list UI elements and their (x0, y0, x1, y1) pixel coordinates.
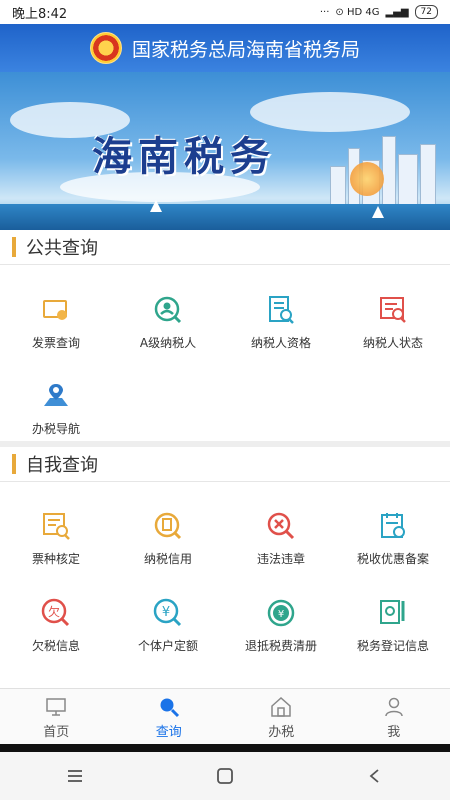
signal-dots: ··· (319, 6, 330, 18)
app-header: 国家税务总局海南省税务局 (0, 24, 450, 72)
banner-building (382, 136, 396, 208)
grid-item-label: 个体户定额 (137, 639, 198, 653)
banner-building (330, 166, 346, 208)
svg-text:¥: ¥ (162, 605, 170, 620)
grid-item-label: A级纳税人 (139, 336, 197, 350)
back-icon (369, 769, 379, 783)
tab-label: 首页 (43, 724, 70, 740)
back-button[interactable] (345, 756, 405, 796)
section-title-public-query: 公共查询 (0, 230, 450, 264)
banner-title: 海南税务 (92, 133, 276, 180)
banner-sail-shell (350, 162, 384, 196)
grid-item-label: 退抵税费清册 (244, 639, 317, 653)
invoice-search-icon (43, 300, 67, 320)
status-indicators: ⊙ HD 4G (335, 6, 380, 18)
status-bar: 晚上8:42 ··· ⊙ HD 4G ▂▄▆ 72 (0, 0, 450, 24)
grid-item-label: 纳税人资格 (250, 336, 311, 350)
grid-item-label: 违法违章 (256, 552, 305, 566)
tab-label: 我 (387, 724, 401, 740)
a-level-taxpayer-icon (154, 296, 182, 324)
grid-item-label: 纳税信用 (143, 552, 192, 566)
home-square-icon (217, 768, 233, 784)
section-accent-bar (12, 237, 16, 257)
grid-item-label: 发票查询 (31, 336, 80, 350)
section-title-text: 公共查询 (26, 238, 98, 259)
grid-item-ticket-type[interactable]: 票种核定 (0, 510, 112, 582)
banner-building (398, 154, 418, 208)
grid-item-individual-quota[interactable]: ¥ 个体户定额 (112, 597, 224, 669)
tab-tax-office[interactable]: 办税 (225, 689, 338, 745)
tab-search[interactable]: 查询 (113, 689, 226, 745)
divider (0, 264, 450, 265)
bottom-tab-bar: 首页 查询 办税 我 (0, 688, 450, 745)
section-title-self-query: 自我查询 (0, 447, 450, 481)
tab-home[interactable]: 首页 (0, 689, 113, 745)
svg-text:¥: ¥ (278, 609, 284, 620)
header-title: 国家税务总局海南省税务局 (131, 38, 360, 61)
tab-profile[interactable]: 我 (338, 689, 450, 745)
banner[interactable]: 海南税务 (0, 72, 450, 230)
grid-item-tax-credit[interactable]: 纳税信用 (112, 510, 224, 582)
individual-quota-icon: ¥ (153, 598, 182, 627)
taxpayer-status-icon (380, 297, 406, 323)
status-time: 晚上8:42 (12, 6, 68, 22)
search-icon (160, 698, 179, 717)
section-title-text: 自我查询 (26, 455, 98, 476)
tab-label: 查询 (155, 724, 182, 740)
tax-registration-icon (380, 600, 405, 624)
grid-item-label: 票种核定 (31, 552, 80, 566)
tax-arrears-icon: 欠 (41, 598, 70, 627)
system-nav-bar (0, 752, 450, 800)
grid-item-taxpayer-qualification[interactable]: 纳税人资格 (225, 294, 337, 366)
section-accent-bar (12, 454, 16, 474)
menu-icon (68, 770, 82, 782)
tax-office-icon (271, 696, 291, 717)
signal-bars-icon: ▂▄▆ (385, 6, 409, 18)
grid-item-tax-refund[interactable]: ¥ 退抵税费清册 (225, 597, 337, 669)
grid-item-violation[interactable]: 违法违章 (225, 510, 337, 582)
tab-label: 办税 (268, 724, 295, 740)
tax-preference-icon (381, 513, 405, 538)
profile-icon (385, 697, 403, 716)
divider (0, 481, 450, 482)
grid-item-tax-arrears[interactable]: 欠 欠税信息 (0, 597, 112, 669)
grid-item-taxpayer-status[interactable]: 纳税人状态 (337, 294, 449, 366)
svg-text:欠: 欠 (48, 604, 60, 619)
grid-item-label: 办税导航 (31, 422, 80, 436)
sailboat-icon (372, 206, 384, 218)
banner-building (420, 144, 436, 208)
violation-icon (267, 512, 295, 540)
sailboat-icon (150, 200, 162, 212)
grid-item-label: 欠税信息 (31, 639, 80, 653)
home-button[interactable] (195, 756, 255, 796)
grid-item-label: 税务登记信息 (356, 639, 429, 653)
tax-refund-icon: ¥ (267, 599, 295, 627)
grid-item-invoice-search[interactable]: 发票查询 (0, 294, 112, 366)
battery-icon: 72 (414, 5, 438, 19)
ticket-type-icon (43, 513, 70, 540)
tax-navigation-icon (44, 384, 68, 406)
national-emblem-icon (89, 32, 122, 64)
grid-item-tax-registration[interactable]: 税务登记信息 (337, 597, 449, 669)
tax-credit-icon (154, 512, 182, 540)
menu-button[interactable] (45, 756, 105, 796)
home-icon (46, 697, 66, 716)
screen-edge-bar (0, 744, 450, 752)
grid-item-label: 纳税人状态 (362, 336, 423, 350)
grid-item-label: 税收优惠备案 (356, 552, 429, 566)
taxpayer-qualification-icon (269, 296, 294, 324)
grid-item-tax-preference[interactable]: 税收优惠备案 (337, 510, 449, 582)
status-icons: ··· ⊙ HD 4G ▂▄▆ 72 (320, 5, 438, 19)
grid-item-a-level-taxpayer[interactable]: A级纳税人 (112, 294, 224, 366)
